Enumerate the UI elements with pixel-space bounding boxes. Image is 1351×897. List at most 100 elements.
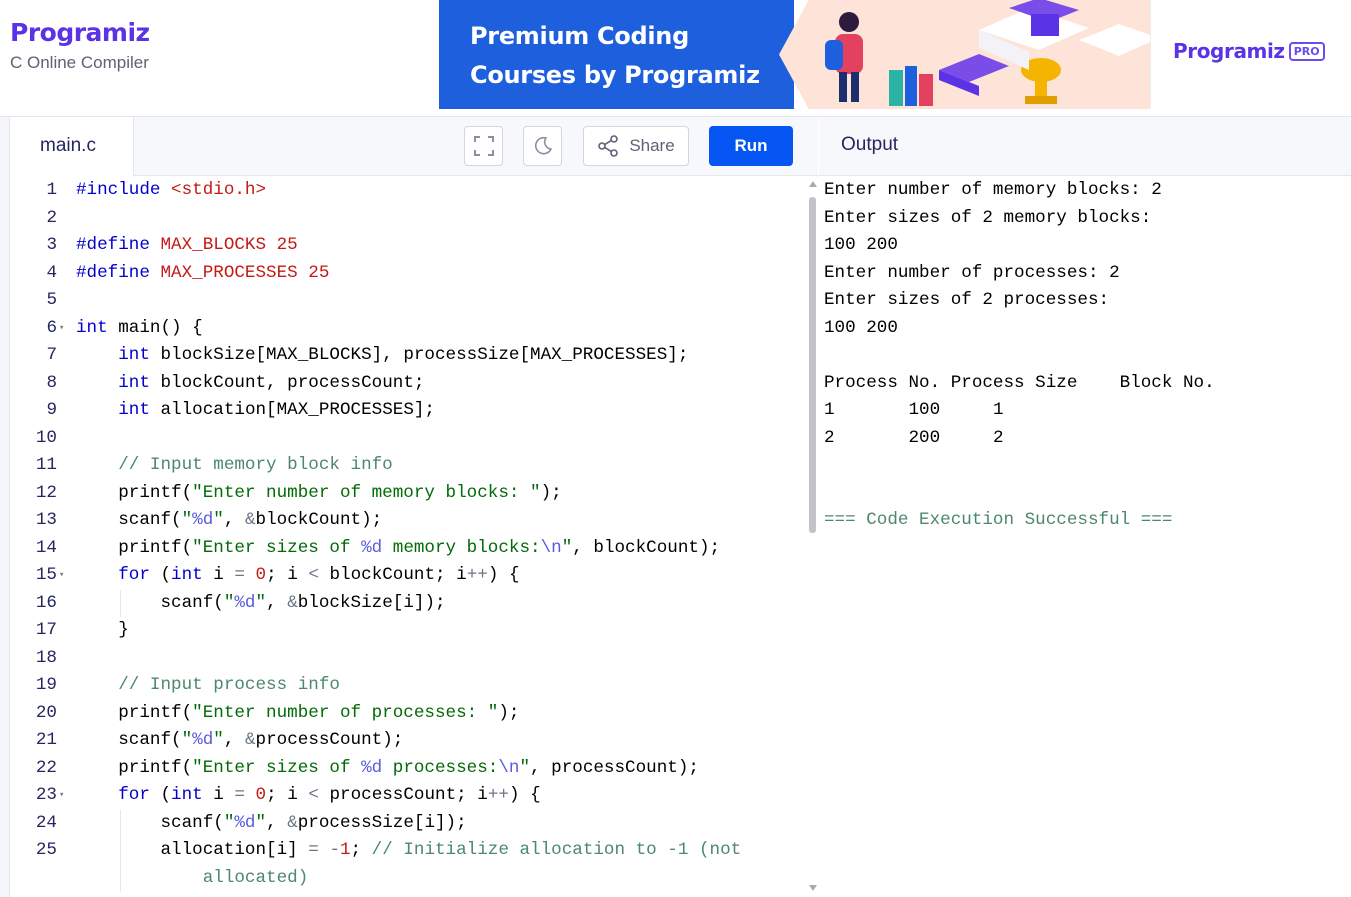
scrollbar-thumb[interactable] bbox=[809, 197, 816, 533]
file-tab-main-c[interactable]: main.c bbox=[10, 117, 134, 177]
code-line[interactable]: 5 bbox=[10, 287, 808, 315]
share-label: Share bbox=[629, 136, 675, 155]
scroll-up-arrow-icon[interactable] bbox=[809, 181, 817, 187]
brand-area: Programiz C Online Compiler bbox=[10, 18, 150, 73]
line-number: 18 bbox=[35, 647, 57, 668]
output-line: 2 200 2 bbox=[824, 427, 1004, 448]
run-button[interactable]: Run bbox=[709, 126, 793, 166]
code-line[interactable]: 20 printf("Enter number of processes: ")… bbox=[10, 700, 808, 728]
code-text: printf("Enter number of memory blocks: "… bbox=[76, 482, 562, 503]
code-line[interactable]: 24 scanf("%d", &processSize[i]); bbox=[10, 809, 808, 837]
code-line[interactable]: allocated) bbox=[10, 864, 808, 892]
theme-toggle-button[interactable] bbox=[523, 126, 562, 166]
ad-illustration bbox=[779, 0, 1151, 109]
ad-pro-panel: Programiz PRO bbox=[1150, 0, 1351, 109]
code-line[interactable]: 3 #define MAX_BLOCKS 25 bbox=[10, 232, 808, 260]
code-line[interactable]: 8 int blockCount, processCount; bbox=[10, 370, 808, 398]
page-subtitle: C Online Compiler bbox=[10, 53, 149, 72]
code-line[interactable]: 4 #define MAX_PROCESSES 25 bbox=[10, 260, 808, 288]
code-line[interactable]: 22 printf("Enter sizes of %d processes:\… bbox=[10, 755, 808, 783]
code-text: scanf("%d", &processCount); bbox=[76, 730, 404, 750]
code-line[interactable]: 15 ▾ for (int i = 0; i < blockCount; i++)… bbox=[10, 562, 808, 590]
line-number: 3 bbox=[46, 235, 57, 255]
code-line[interactable]: 12 printf("Enter number of memory blocks… bbox=[10, 480, 808, 508]
line-number: 13 bbox=[35, 510, 57, 530]
code-text: int main() { bbox=[76, 317, 203, 338]
code-line[interactable]: 10 bbox=[10, 425, 808, 453]
code-text: for (int i = 0; i < blockCount; i++) { bbox=[118, 565, 520, 585]
line-number: 25 bbox=[35, 840, 57, 860]
fold-toggle-icon[interactable]: ▾ bbox=[59, 315, 64, 343]
editor-scrollbar[interactable] bbox=[808, 177, 818, 897]
line-number: 24 bbox=[35, 812, 57, 833]
code-line[interactable]: 21 scanf("%d", &processCount); bbox=[10, 727, 808, 755]
code-text: allocated) bbox=[202, 867, 309, 888]
fold-toggle-icon[interactable]: ▾ bbox=[59, 782, 64, 810]
code-line[interactable]: 14 printf("Enter sizes of %d memory bloc… bbox=[10, 535, 808, 563]
moon-icon bbox=[534, 136, 552, 155]
programiz-logo[interactable]: Programiz bbox=[10, 18, 150, 47]
line-number: 17 bbox=[35, 620, 57, 640]
scroll-down-arrow-icon[interactable] bbox=[809, 885, 817, 891]
line-number: 22 bbox=[35, 757, 57, 778]
code-text: } bbox=[76, 620, 129, 640]
code-text: printf("Enter sizes of %d memory blocks:… bbox=[76, 537, 721, 558]
output-line: Enter number of processes: 2 bbox=[824, 262, 1120, 283]
programiz-pro-logo: Programiz PRO bbox=[1173, 39, 1325, 63]
code-text: int blockCount, processCount; bbox=[118, 372, 425, 393]
ad-illustration-art bbox=[825, 0, 1151, 106]
output-title: Output bbox=[841, 134, 899, 155]
line-number: 4 bbox=[46, 262, 57, 283]
line-number: 1 bbox=[46, 180, 57, 200]
code-line[interactable]: 19 // Input process info bbox=[10, 672, 808, 700]
line-number: 23 bbox=[35, 785, 57, 805]
line-number: 8 bbox=[46, 372, 57, 393]
output-line: Enter sizes of 2 processes: bbox=[824, 290, 1110, 310]
code-line[interactable]: 18 bbox=[10, 645, 808, 673]
output-console[interactable]: Enter number of memory blocks: 2 Enter si… bbox=[824, 177, 1346, 535]
code-editor[interactable]: 1 #include <stdio.h> 2 3 #define MAX_BLOCKS … bbox=[10, 177, 808, 897]
fullscreen-button[interactable] bbox=[464, 126, 503, 166]
share-icon bbox=[598, 135, 619, 157]
code-text: scanf("%d", &processSize[i]); bbox=[76, 812, 467, 833]
line-number: 7 bbox=[46, 345, 57, 365]
code-line[interactable]: 16 scanf("%d", &blockSize[i]); bbox=[10, 589, 808, 617]
code-text: for (int i = 0; i < processCount; i++) { bbox=[118, 785, 541, 805]
code-line[interactable]: 2 bbox=[10, 205, 808, 233]
code-line[interactable]: 17 } bbox=[10, 617, 808, 645]
expand-icon bbox=[473, 136, 494, 156]
line-number: 20 bbox=[35, 702, 57, 723]
code-line[interactable]: 6 ▾ int main() { bbox=[10, 315, 808, 343]
code-text: // Input memory block info bbox=[118, 455, 393, 475]
ad-text-panel: Premium Coding Courses by Programiz bbox=[439, 0, 794, 109]
line-number: 12 bbox=[35, 482, 57, 503]
code-line[interactable]: 7 int blockSize[MAX_BLOCKS], processSize… bbox=[10, 342, 808, 370]
logo-text: Programiz bbox=[10, 18, 150, 47]
output-line: Enter number of memory blocks: 2 bbox=[824, 180, 1162, 200]
output-line: Process No. Process Size Block No. bbox=[824, 372, 1215, 393]
share-button[interactable]: Share bbox=[583, 126, 689, 166]
output-line: Enter sizes of 2 memory blocks: bbox=[824, 207, 1152, 228]
line-number: 16 bbox=[35, 592, 57, 613]
fold-toggle-icon[interactable]: ▾ bbox=[59, 562, 64, 590]
code-text: printf("Enter number of processes: "); bbox=[76, 702, 520, 723]
execution-status-line: === Code Execution Successful === bbox=[824, 510, 1173, 530]
output-line: 100 200 bbox=[824, 317, 898, 338]
code-line[interactable]: 25 allocation[i] = -1; // Initialize all… bbox=[10, 837, 808, 865]
code-line[interactable]: 13 scanf("%d", &blockCount); bbox=[10, 507, 808, 535]
code-text: #include <stdio.h> bbox=[76, 180, 267, 200]
code-text: // Input process info bbox=[118, 675, 340, 695]
line-number: 19 bbox=[35, 675, 57, 695]
code-text: scanf("%d", &blockCount); bbox=[76, 510, 383, 530]
output-line: 1 100 1 bbox=[824, 400, 1004, 420]
code-line[interactable]: 11 // Input memory block info bbox=[10, 452, 808, 480]
editor-pane: main.c Share Run 1 #include <stdio.h> 2 3 #d… bbox=[10, 117, 818, 897]
ad-banner[interactable]: Premium Coding Courses by Programiz Prog… bbox=[439, 0, 1351, 109]
code-line[interactable]: 1 #include <stdio.h> bbox=[10, 177, 808, 205]
code-line[interactable]: 9 int allocation[MAX_PROCESSES]; bbox=[10, 397, 808, 425]
top-header: Programiz C Online Compiler Premium Codi… bbox=[0, 0, 1351, 117]
code-line[interactable]: 23 ▾ for (int i = 0; i < processCount; i+… bbox=[10, 782, 808, 810]
code-text: #define MAX_PROCESSES 25 bbox=[76, 262, 330, 283]
